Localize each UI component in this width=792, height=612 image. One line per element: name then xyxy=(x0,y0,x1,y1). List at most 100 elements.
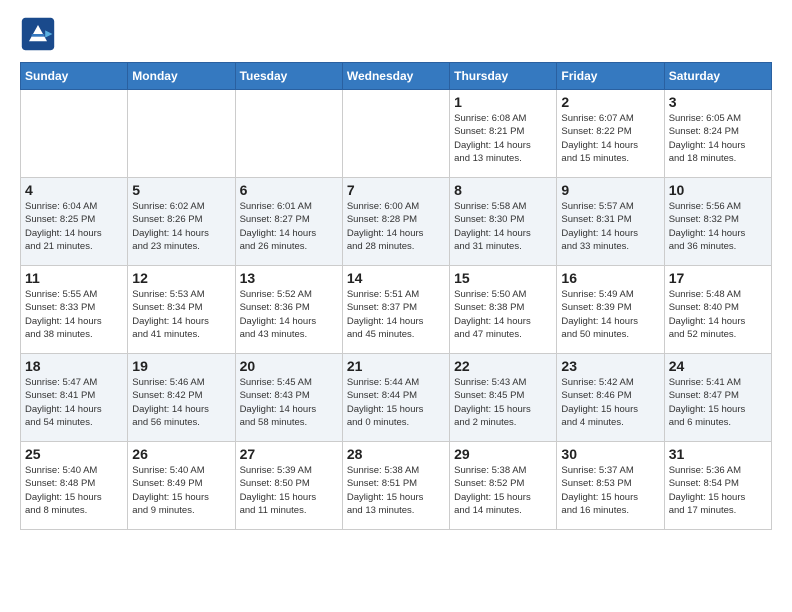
week-row-4: 18 Sunrise: 5:47 AM Sunset: 8:41 PM Dayli… xyxy=(21,354,772,442)
calendar-cell: 12 Sunrise: 5:53 AM Sunset: 8:34 PM Dayli… xyxy=(128,266,235,354)
calendar-cell: 13 Sunrise: 5:52 AM Sunset: 8:36 PM Dayli… xyxy=(235,266,342,354)
day-info: Sunrise: 5:39 AM Sunset: 8:50 PM Dayligh… xyxy=(240,464,338,517)
day-info: Sunrise: 5:37 AM Sunset: 8:53 PM Dayligh… xyxy=(561,464,659,517)
day-number: 24 xyxy=(669,358,767,374)
day-number: 13 xyxy=(240,270,338,286)
day-number: 18 xyxy=(25,358,123,374)
col-header-friday: Friday xyxy=(557,63,664,90)
day-number: 2 xyxy=(561,94,659,110)
col-header-tuesday: Tuesday xyxy=(235,63,342,90)
calendar-cell: 21Sunrise: 5:44 AM Sunset: 8:44 PM Dayli… xyxy=(342,354,449,442)
day-info: Sunrise: 5:57 AM Sunset: 8:31 PM Dayligh… xyxy=(561,200,659,253)
calendar-cell xyxy=(128,90,235,178)
calendar-cell: 17 Sunrise: 5:48 AM Sunset: 8:40 PM Dayli… xyxy=(664,266,771,354)
week-row-3: 11 Sunrise: 5:55 AM Sunset: 8:33 PM Dayli… xyxy=(21,266,772,354)
calendar-cell: 30Sunrise: 5:37 AM Sunset: 8:53 PM Dayli… xyxy=(557,442,664,530)
calendar-cell: 29Sunrise: 5:38 AM Sunset: 8:52 PM Dayli… xyxy=(450,442,557,530)
day-number: 7 xyxy=(347,182,445,198)
day-info: Sunrise: 5:51 AM Sunset: 8:37 PM Dayligh… xyxy=(347,288,445,341)
calendar-table: SundayMondayTuesdayWednesdayThursdayFrid… xyxy=(20,62,772,530)
calendar-cell: 4 Sunrise: 6:04 AM Sunset: 8:25 PM Daylig… xyxy=(21,178,128,266)
calendar-cell: 5Sunrise: 6:02 AM Sunset: 8:26 PM Daylig… xyxy=(128,178,235,266)
day-info: Sunrise: 5:44 AM Sunset: 8:44 PM Dayligh… xyxy=(347,376,445,429)
day-info: Sunrise: 5:47 AM Sunset: 8:41 PM Dayligh… xyxy=(25,376,123,429)
calendar-cell: 24 Sunrise: 5:41 AM Sunset: 8:47 PM Dayli… xyxy=(664,354,771,442)
day-number: 15 xyxy=(454,270,552,286)
calendar-cell: 1 Sunrise: 6:08 AM Sunset: 8:21 PM Daylig… xyxy=(450,90,557,178)
calendar-cell: 8 Sunrise: 5:58 AM Sunset: 8:30 PM Daylig… xyxy=(450,178,557,266)
week-row-5: 25Sunrise: 5:40 AM Sunset: 8:48 PM Dayli… xyxy=(21,442,772,530)
calendar-cell: 23 Sunrise: 5:42 AM Sunset: 8:46 PM Dayli… xyxy=(557,354,664,442)
logo-icon xyxy=(20,16,56,52)
calendar-cell xyxy=(235,90,342,178)
calendar-cell: 20 Sunrise: 5:45 AM Sunset: 8:43 PM Dayli… xyxy=(235,354,342,442)
calendar-cell: 31Sunrise: 5:36 AM Sunset: 8:54 PM Dayli… xyxy=(664,442,771,530)
day-info: Sunrise: 5:38 AM Sunset: 8:52 PM Dayligh… xyxy=(454,464,552,517)
day-number: 4 xyxy=(25,182,123,198)
calendar-cell: 6 Sunrise: 6:01 AM Sunset: 8:27 PM Daylig… xyxy=(235,178,342,266)
day-info: Sunrise: 5:49 AM Sunset: 8:39 PM Dayligh… xyxy=(561,288,659,341)
day-info: Sunrise: 5:45 AM Sunset: 8:43 PM Dayligh… xyxy=(240,376,338,429)
day-number: 27 xyxy=(240,446,338,462)
calendar-cell: 9 Sunrise: 5:57 AM Sunset: 8:31 PM Daylig… xyxy=(557,178,664,266)
day-info: Sunrise: 5:42 AM Sunset: 8:46 PM Dayligh… xyxy=(561,376,659,429)
col-header-monday: Monday xyxy=(128,63,235,90)
calendar-cell: 27 Sunrise: 5:39 AM Sunset: 8:50 PM Dayli… xyxy=(235,442,342,530)
calendar-cell xyxy=(21,90,128,178)
day-info: Sunrise: 5:50 AM Sunset: 8:38 PM Dayligh… xyxy=(454,288,552,341)
calendar-cell: 28Sunrise: 5:38 AM Sunset: 8:51 PM Dayli… xyxy=(342,442,449,530)
col-header-saturday: Saturday xyxy=(664,63,771,90)
day-info: Sunrise: 5:56 AM Sunset: 8:32 PM Dayligh… xyxy=(669,200,767,253)
calendar-cell: 18 Sunrise: 5:47 AM Sunset: 8:41 PM Dayli… xyxy=(21,354,128,442)
day-info: Sunrise: 6:07 AM Sunset: 8:22 PM Dayligh… xyxy=(561,112,659,165)
day-number: 3 xyxy=(669,94,767,110)
calendar-cell: 11 Sunrise: 5:55 AM Sunset: 8:33 PM Dayli… xyxy=(21,266,128,354)
day-info: Sunrise: 6:00 AM Sunset: 8:28 PM Dayligh… xyxy=(347,200,445,253)
day-number: 12 xyxy=(132,270,230,286)
day-number: 8 xyxy=(454,182,552,198)
day-info: Sunrise: 5:48 AM Sunset: 8:40 PM Dayligh… xyxy=(669,288,767,341)
day-info: Sunrise: 6:05 AM Sunset: 8:24 PM Dayligh… xyxy=(669,112,767,165)
day-number: 11 xyxy=(25,270,123,286)
day-number: 9 xyxy=(561,182,659,198)
col-header-sunday: Sunday xyxy=(21,63,128,90)
calendar-cell: 16 Sunrise: 5:49 AM Sunset: 8:39 PM Dayli… xyxy=(557,266,664,354)
calendar-cell: 26 Sunrise: 5:40 AM Sunset: 8:49 PM Dayli… xyxy=(128,442,235,530)
day-info: Sunrise: 5:53 AM Sunset: 8:34 PM Dayligh… xyxy=(132,288,230,341)
calendar-cell: 7 Sunrise: 6:00 AM Sunset: 8:28 PM Daylig… xyxy=(342,178,449,266)
day-info: Sunrise: 6:01 AM Sunset: 8:27 PM Dayligh… xyxy=(240,200,338,253)
day-number: 20 xyxy=(240,358,338,374)
calendar-cell: 10Sunrise: 5:56 AM Sunset: 8:32 PM Dayli… xyxy=(664,178,771,266)
calendar-cell: 22Sunrise: 5:43 AM Sunset: 8:45 PM Dayli… xyxy=(450,354,557,442)
calendar-cell xyxy=(342,90,449,178)
day-number: 16 xyxy=(561,270,659,286)
day-number: 26 xyxy=(132,446,230,462)
day-number: 23 xyxy=(561,358,659,374)
calendar-cell: 15 Sunrise: 5:50 AM Sunset: 8:38 PM Dayli… xyxy=(450,266,557,354)
day-number: 1 xyxy=(454,94,552,110)
page: SundayMondayTuesdayWednesdayThursdayFrid… xyxy=(0,0,792,540)
day-info: Sunrise: 5:40 AM Sunset: 8:49 PM Dayligh… xyxy=(132,464,230,517)
day-number: 6 xyxy=(240,182,338,198)
day-number: 31 xyxy=(669,446,767,462)
day-info: Sunrise: 6:04 AM Sunset: 8:25 PM Dayligh… xyxy=(25,200,123,253)
week-row-2: 4 Sunrise: 6:04 AM Sunset: 8:25 PM Daylig… xyxy=(21,178,772,266)
calendar-cell: 19Sunrise: 5:46 AM Sunset: 8:42 PM Dayli… xyxy=(128,354,235,442)
col-header-thursday: Thursday xyxy=(450,63,557,90)
logo xyxy=(20,16,60,52)
day-info: Sunrise: 5:43 AM Sunset: 8:45 PM Dayligh… xyxy=(454,376,552,429)
week-row-1: 1 Sunrise: 6:08 AM Sunset: 8:21 PM Daylig… xyxy=(21,90,772,178)
calendar-cell: 2 Sunrise: 6:07 AM Sunset: 8:22 PM Daylig… xyxy=(557,90,664,178)
calendar-cell: 3 Sunrise: 6:05 AM Sunset: 8:24 PM Daylig… xyxy=(664,90,771,178)
day-info: Sunrise: 6:08 AM Sunset: 8:21 PM Dayligh… xyxy=(454,112,552,165)
day-info: Sunrise: 5:52 AM Sunset: 8:36 PM Dayligh… xyxy=(240,288,338,341)
day-info: Sunrise: 5:38 AM Sunset: 8:51 PM Dayligh… xyxy=(347,464,445,517)
day-number: 17 xyxy=(669,270,767,286)
day-info: Sunrise: 5:55 AM Sunset: 8:33 PM Dayligh… xyxy=(25,288,123,341)
day-info: Sunrise: 5:58 AM Sunset: 8:30 PM Dayligh… xyxy=(454,200,552,253)
col-header-wednesday: Wednesday xyxy=(342,63,449,90)
day-info: Sunrise: 5:46 AM Sunset: 8:42 PM Dayligh… xyxy=(132,376,230,429)
day-info: Sunrise: 5:41 AM Sunset: 8:47 PM Dayligh… xyxy=(669,376,767,429)
header xyxy=(20,16,772,52)
day-number: 14 xyxy=(347,270,445,286)
